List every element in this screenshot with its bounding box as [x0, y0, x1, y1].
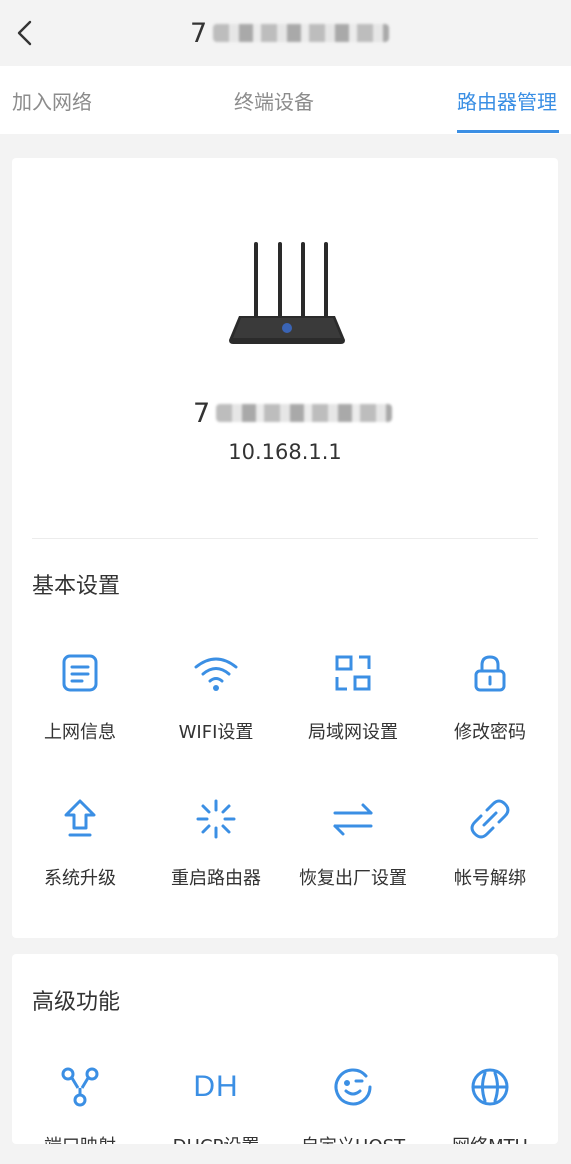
tab-join-network[interactable]: 加入网络 [12, 86, 92, 115]
divider [32, 538, 538, 539]
mtu-icon [471, 1068, 509, 1106]
port-mapping-button[interactable]: 端口映射 [12, 1064, 148, 1144]
wifi-settings-button[interactable]: WIFI设置 [148, 650, 284, 744]
wifi-icon [194, 657, 238, 691]
lock-icon [474, 655, 506, 692]
factory-reset-label: 恢复出厂设置 [299, 868, 407, 889]
redacted-title-blur [213, 24, 390, 42]
network-mtu-button[interactable]: 网络MTU [422, 1064, 558, 1144]
redacted-name-blur [216, 404, 393, 422]
change-password-button[interactable]: 修改密码 [422, 650, 558, 744]
dhcp-settings-label: DHCP设置 [148, 1132, 284, 1144]
upgrade-icon [64, 799, 96, 837]
network-mtu-label: 网络MTU [422, 1132, 558, 1144]
back-button[interactable] [10, 14, 40, 52]
router-card: 7 10.168.1.1 基本设置 上网信息 WIFI设置 局域网设置 修改密码… [12, 158, 558, 938]
basic-settings-title: 基本设置 [32, 574, 121, 599]
internet-info-button[interactable]: 上网信息 [12, 650, 148, 744]
system-upgrade-button[interactable]: 系统升级 [12, 796, 148, 890]
restart-router-button[interactable]: 重启路由器 [148, 796, 284, 890]
document-icon [62, 654, 98, 692]
unbind-account-button[interactable]: 帐号解绑 [422, 796, 558, 890]
restart-icon [196, 799, 236, 839]
title-text: 7 [190, 17, 208, 49]
tab-router-management[interactable]: 路由器管理 [457, 86, 557, 115]
change-password-label: 修改密码 [454, 722, 526, 743]
custom-host-button[interactable]: 自定义HOST [285, 1064, 421, 1144]
page-title: 7 [190, 16, 390, 50]
lan-settings-label: 局域网设置 [308, 722, 398, 743]
unbind-account-label: 帐号解绑 [454, 868, 526, 889]
router-name: 7 [193, 396, 393, 430]
top-bar: 7 [0, 0, 571, 66]
internet-info-label: 上网信息 [44, 722, 116, 743]
lan-icon [335, 655, 371, 691]
advanced-title: 高级功能 [32, 990, 121, 1015]
router-name-text: 7 [193, 397, 211, 429]
tab-bar: 加入网络 终端设备 路由器管理 [0, 66, 571, 134]
host-icon [334, 1068, 372, 1106]
wifi-settings-label: WIFI设置 [178, 722, 254, 743]
tab-terminal-devices[interactable]: 终端设备 [234, 86, 314, 115]
lan-settings-button[interactable]: 局域网设置 [285, 650, 421, 744]
active-tab-indicator [457, 130, 559, 133]
swap-icon [333, 803, 373, 836]
restart-router-label: 重启路由器 [171, 868, 261, 889]
dhcp-icon: DH [193, 1070, 239, 1103]
router-icon [229, 242, 345, 344]
dhcp-settings-button[interactable]: DH DHCP设置 [148, 1064, 284, 1144]
factory-reset-button[interactable]: 恢复出厂设置 [285, 796, 421, 890]
chevron-left-icon [17, 20, 32, 46]
system-upgrade-label: 系统升级 [44, 868, 116, 889]
custom-host-label: 自定义HOST [285, 1132, 421, 1144]
router-ip: 10.168.1.1 [228, 440, 342, 464]
advanced-card: 高级功能 端口映射 DH DHCP设置 [12, 954, 558, 1144]
unlink-icon [470, 799, 510, 839]
port-mapping-label: 端口映射 [12, 1132, 148, 1144]
port-mapping-icon [61, 1067, 99, 1107]
